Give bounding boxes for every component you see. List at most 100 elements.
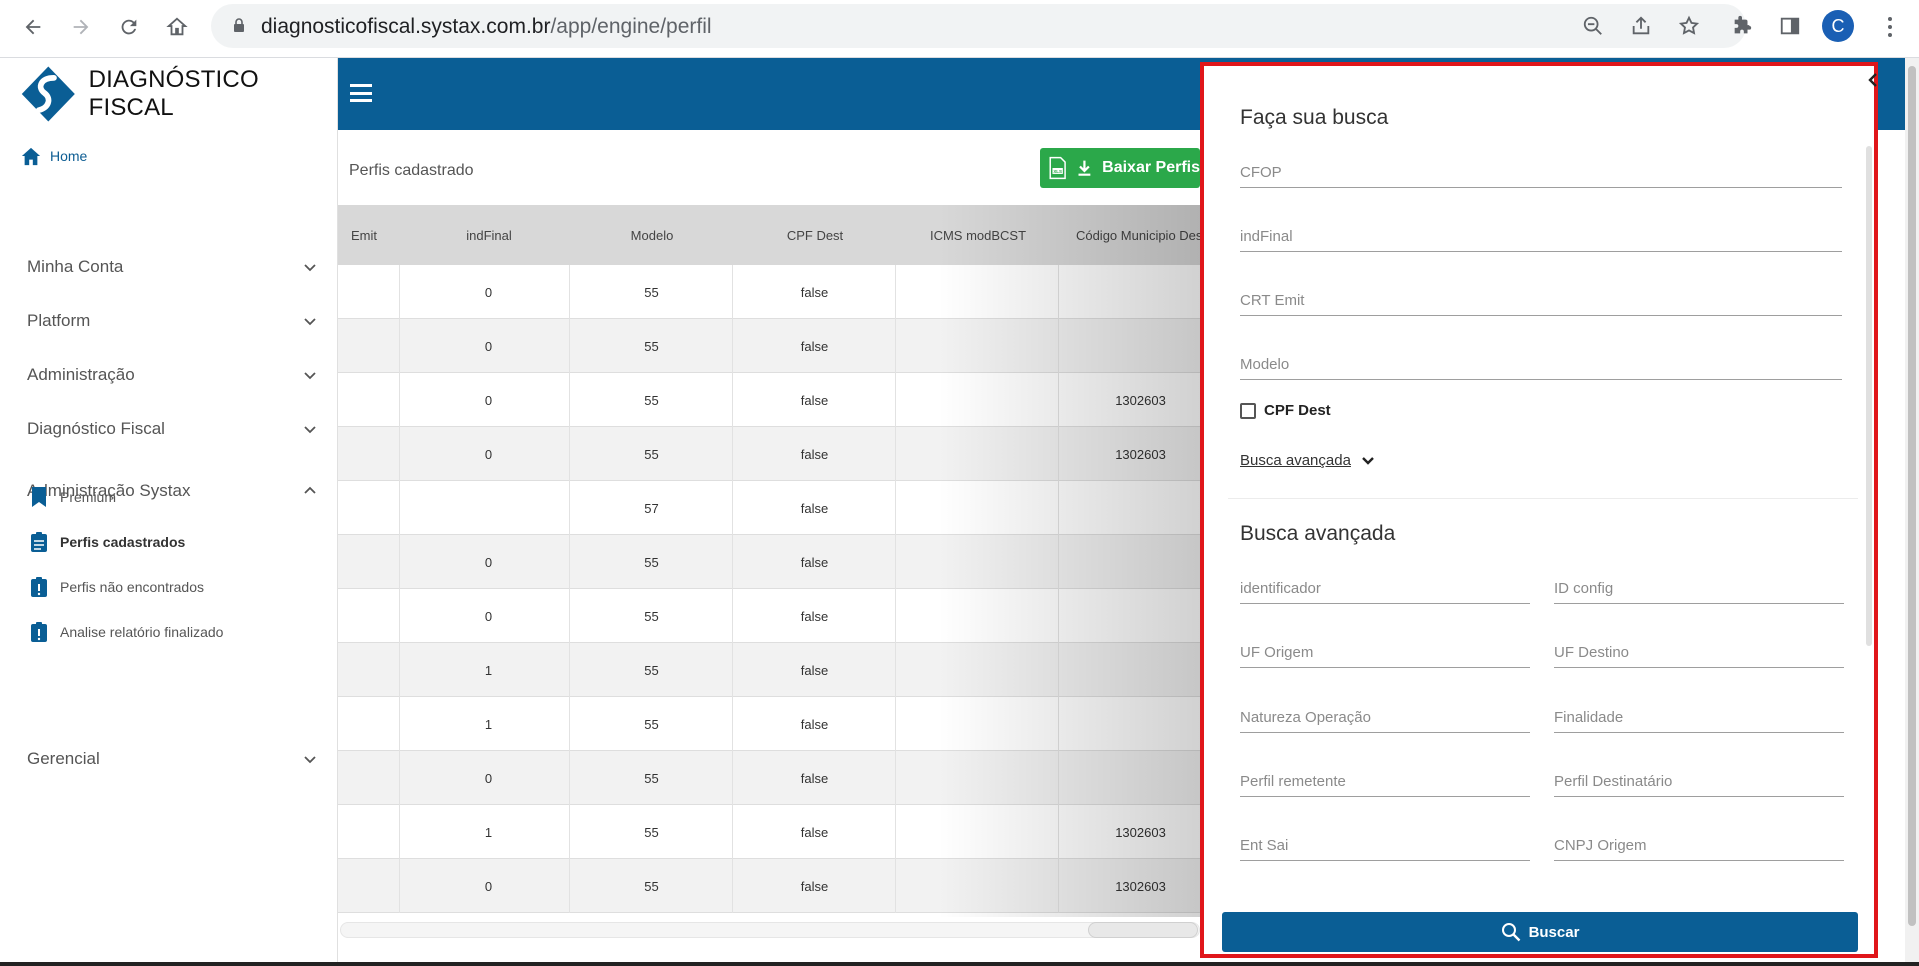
ent-sai-field[interactable] [1240,831,1530,861]
table-cell [897,535,1059,589]
search-drawer: Faça sua busca CPF Dest Busca avançada B… [1200,62,1878,958]
perfil-destinatario-field[interactable] [1554,767,1844,797]
browser-menu-icon[interactable] [1876,12,1904,42]
indfinal-field[interactable] [1240,222,1842,252]
sidebar-item-perfis-nao-encontrados[interactable]: Perfis não encontrados [30,576,204,598]
cpf-dest-checkbox[interactable] [1240,402,1256,419]
cfop-input[interactable] [1240,158,1842,186]
table-row[interactable]: 0 55 false [338,589,1200,643]
uf-destino-field[interactable] [1554,638,1844,668]
table-row[interactable]: 0 55 false [338,265,1200,319]
search-button[interactable]: Buscar [1222,912,1858,952]
sidebar-item-premium[interactable]: Premium [30,486,116,508]
page-scrollbar[interactable] [1905,58,1919,966]
table-cell: false [734,589,896,643]
table-row[interactable]: 1 55 false [338,697,1200,751]
table-cell: 55 [571,319,733,373]
sidebar-section-administracao[interactable]: Administração [27,360,317,390]
zoom-out-icon[interactable] [1581,14,1605,38]
bookmark-star-icon[interactable] [1677,14,1701,38]
table-horizontal-scrollbar[interactable] [338,918,1200,940]
id-config-field[interactable] [1554,574,1844,604]
modelo-field[interactable] [1240,350,1842,380]
table-row[interactable]: 0 55 false [338,319,1200,373]
forward-arrow-icon[interactable] [64,10,98,44]
cpf-dest-checkbox-row[interactable]: CPF Dest [1240,402,1331,419]
ent-sai-input[interactable] [1240,831,1530,859]
perfil-destinatario-input[interactable] [1554,767,1844,795]
address-bar[interactable]: diagnosticofiscal.systax.com.br/app/engi… [211,4,1746,48]
table-cell: 55 [571,643,733,697]
search-button-label: Buscar [1528,923,1580,941]
chevron-down-icon [1362,456,1374,465]
drawer-title: Faça sua busca [1240,106,1389,129]
table-cell: 0 [408,319,570,373]
column-header[interactable]: Modelo [571,205,733,265]
export-xls-button[interactable]: XLS Baixar Perfis [1040,148,1200,188]
table-cell [897,751,1059,805]
column-header[interactable]: indFinal [408,205,570,265]
indfinal-input[interactable] [1240,222,1842,250]
drawer-scrollbar[interactable] [1866,146,1872,646]
table-row[interactable]: 1 55 false 1302603 [338,805,1200,859]
column-header[interactable]: CPF Dest [734,205,896,265]
cnpj-origem-input[interactable] [1554,831,1844,859]
advanced-search-toggle[interactable]: Busca avançada [1240,452,1375,469]
sidebar-item-home[interactable]: Home [20,146,87,166]
sidebar-section-label: Diagnóstico Fiscal [27,419,165,438]
natureza-operacao-input[interactable] [1240,703,1530,731]
home-icon[interactable] [160,10,194,44]
identificador-input[interactable] [1240,574,1530,602]
sidebar-item-label: Home [50,148,88,164]
side-panel-icon[interactable] [1776,12,1804,40]
perfil-remetente-input[interactable] [1240,767,1530,795]
column-header[interactable]: Emit [338,205,400,265]
crt-emit-field[interactable] [1240,286,1842,316]
brand[interactable]: DIAGNÓSTICO FISCAL [18,64,337,124]
table-row[interactable]: 57 false [338,481,1200,535]
advanced-search-title: Busca avançada [1240,522,1396,545]
table-cell [338,481,400,535]
table-cell [1060,535,1200,589]
natureza-operacao-field[interactable] [1240,703,1530,733]
column-header[interactable]: Código Municipio Dest [1060,205,1200,265]
sidebar-item-label: Analise relatório finalizado [60,624,224,640]
sidebar-section-diagnostico-fiscal[interactable]: Diagnóstico Fiscal [27,414,317,444]
table-cell [897,589,1059,643]
uf-origem-field[interactable] [1240,638,1530,668]
sidebar-item-analise-relatorio[interactable]: Analise relatório finalizado [30,621,223,643]
cfop-field[interactable] [1240,158,1842,188]
uf-origem-input[interactable] [1240,638,1530,666]
reload-icon[interactable] [112,10,146,44]
identificador-field[interactable] [1240,574,1530,604]
id-config-input[interactable] [1554,574,1844,602]
table-row[interactable]: 0 55 false [338,751,1200,805]
extensions-puzzle-icon[interactable] [1728,12,1756,40]
back-arrow-icon[interactable] [16,10,50,44]
close-drawer-chevron-icon[interactable] [1866,72,1880,88]
sidebar-section-platform[interactable]: Platform [27,306,317,336]
finalidade-input[interactable] [1554,703,1844,731]
share-icon[interactable] [1629,14,1653,38]
cnpj-origem-field[interactable] [1554,831,1844,861]
finalidade-field[interactable] [1554,703,1844,733]
table-row[interactable]: 0 55 false 1302603 [338,373,1200,427]
table-cell [897,697,1059,751]
sidebar-item-perfis-cadastrados[interactable]: Perfis cadastrados [30,531,185,553]
modelo-input[interactable] [1240,350,1842,378]
table-row[interactable]: 0 55 false [338,535,1200,589]
table-cell: 55 [571,805,733,859]
table-row[interactable]: 1 55 false [338,643,1200,697]
perfil-remetente-field[interactable] [1240,767,1530,797]
table-row[interactable]: 0 55 false 1302603 [338,427,1200,481]
uf-destino-input[interactable] [1554,638,1844,666]
sidebar-section-minha-conta[interactable]: Minha Conta [27,252,317,282]
table-cell: 1 [408,697,570,751]
profile-avatar[interactable]: C [1822,10,1854,42]
hamburger-menu-icon[interactable] [350,84,372,102]
table-row[interactable]: 0 55 false 1302603 [338,859,1200,913]
crt-emit-input[interactable] [1240,286,1842,314]
column-header[interactable]: ICMS modBCST [897,205,1059,265]
sidebar-section-gerencial[interactable]: Gerencial [27,744,317,774]
sidebar-item-label: Perfis não encontrados [60,579,204,595]
